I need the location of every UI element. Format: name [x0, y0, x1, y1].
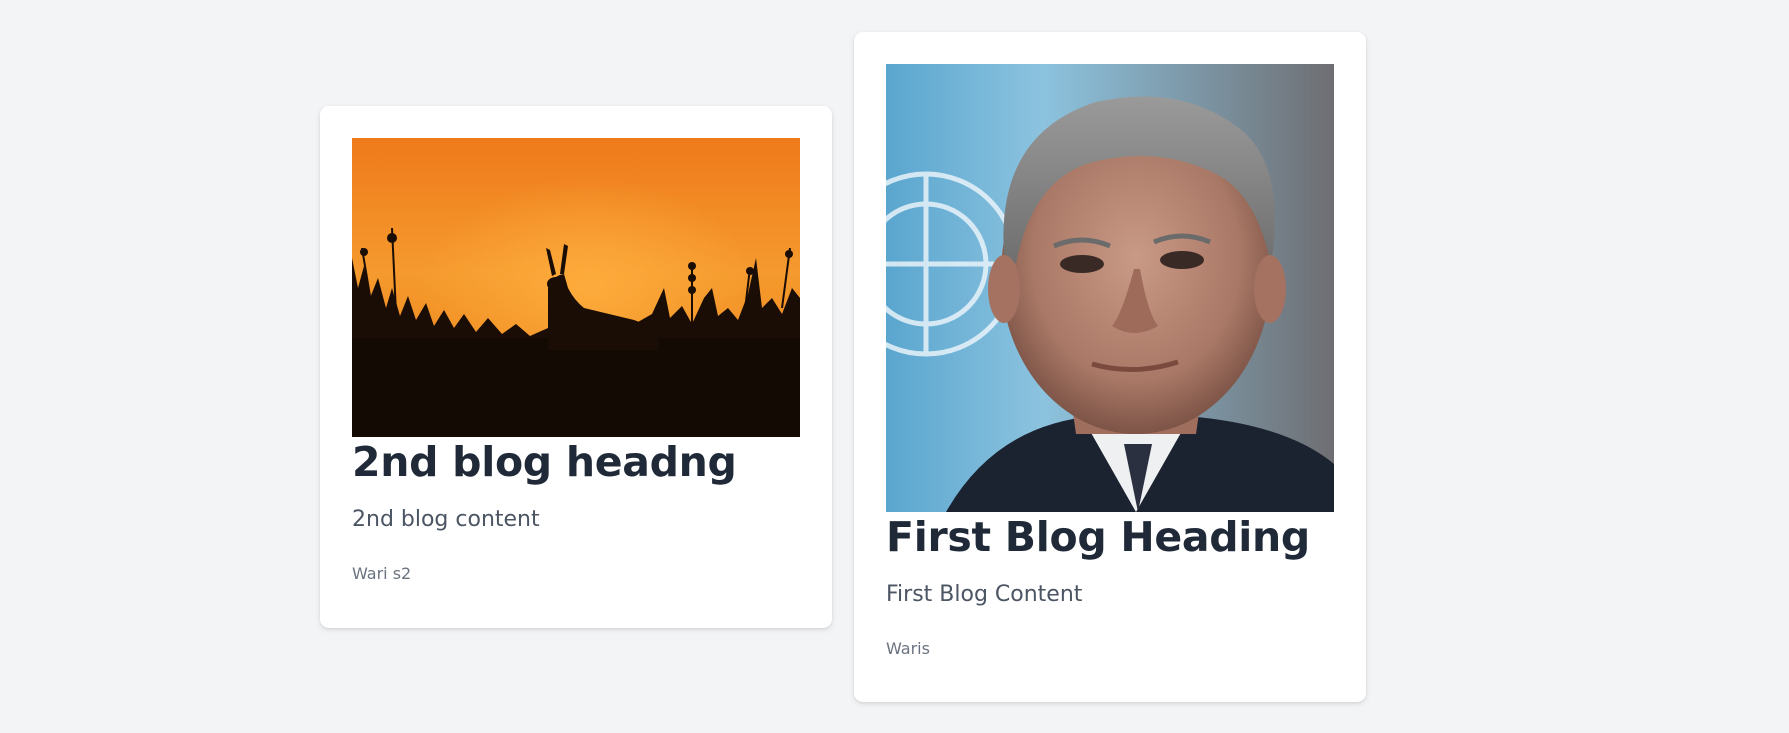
blog-content: 2nd blog content [352, 507, 540, 532]
blog-heading[interactable]: First Blog Heading [886, 512, 1334, 562]
blog-image-portrait[interactable] [886, 64, 1334, 512]
blog-author: Wari s2 [352, 564, 412, 583]
blog-author: Waris [886, 639, 930, 658]
blog-feed: 2nd blog headng 2nd blog content Wari s2 [0, 0, 1789, 733]
blog-content: First Blog Content [886, 582, 1083, 607]
blog-card-first[interactable]: First Blog Heading First Blog Content Wa… [854, 32, 1366, 702]
portrait-image [886, 64, 1334, 512]
blog-image-antelope[interactable] [352, 138, 800, 437]
blog-heading[interactable]: 2nd blog headng [352, 437, 800, 487]
blog-card-2nd[interactable]: 2nd blog headng 2nd blog content Wari s2 [320, 106, 832, 628]
antelope-sunset-image [352, 138, 800, 437]
